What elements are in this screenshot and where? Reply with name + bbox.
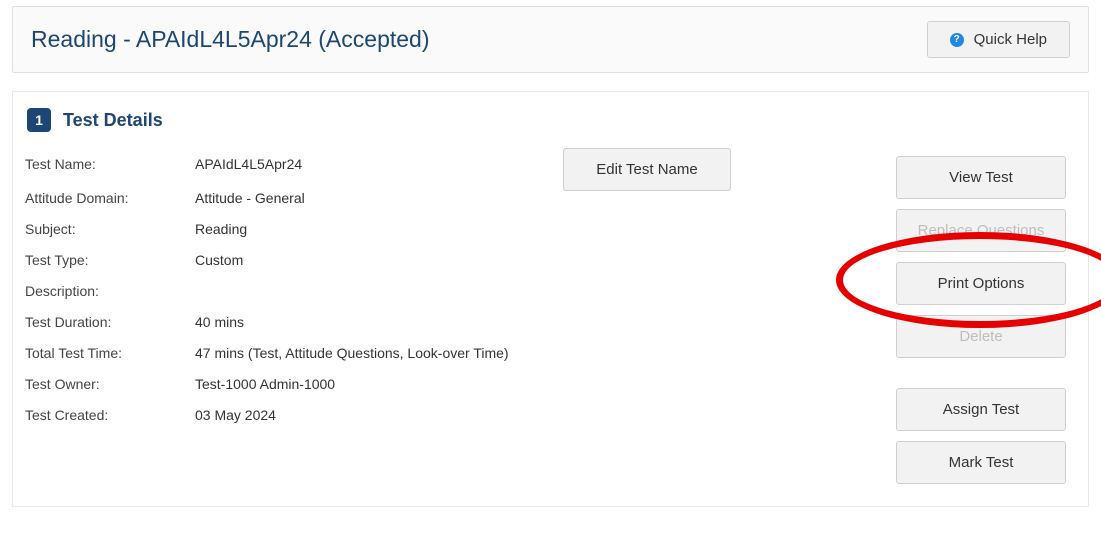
value-test-type: Custom xyxy=(195,252,243,268)
value-test-duration: 40 mins xyxy=(195,314,244,330)
row-description: Description: xyxy=(25,283,876,299)
edit-test-name-button[interactable]: Edit Test Name xyxy=(563,148,731,191)
assign-test-button[interactable]: Assign Test xyxy=(896,388,1066,431)
actions-column: View Test Replace Questions Print Option… xyxy=(896,156,1076,484)
content-panel: 1 Test Details Edit Test Name Test Name:… xyxy=(12,91,1089,507)
row-total-test-time: Total Test Time: 47 mins (Test, Attitude… xyxy=(25,345,876,361)
header-bar: Reading - APAIdL4L5Apr24 (Accepted) ? Qu… xyxy=(12,6,1089,73)
row-attitude-domain: Attitude Domain: Attitude - General xyxy=(25,190,876,206)
row-test-duration: Test Duration: 40 mins xyxy=(25,314,876,330)
label-test-type: Test Type: xyxy=(25,252,195,268)
value-attitude-domain: Attitude - General xyxy=(195,190,305,206)
value-test-created: 03 May 2024 xyxy=(195,407,276,423)
row-subject: Subject: Reading xyxy=(25,221,876,237)
label-test-owner: Test Owner: xyxy=(25,376,195,392)
label-attitude-domain: Attitude Domain: xyxy=(25,190,195,206)
row-test-owner: Test Owner: Test-1000 Admin-1000 xyxy=(25,376,876,392)
label-test-duration: Test Duration: xyxy=(25,314,195,330)
label-test-created: Test Created: xyxy=(25,407,195,423)
view-test-button[interactable]: View Test xyxy=(896,156,1066,199)
quick-help-label: Quick Help xyxy=(974,31,1047,48)
print-options-button[interactable]: Print Options xyxy=(896,262,1066,305)
mark-test-button[interactable]: Mark Test xyxy=(896,441,1066,484)
quick-help-button[interactable]: ? Quick Help xyxy=(927,21,1070,58)
label-subject: Subject: xyxy=(25,221,195,237)
value-total-test-time: 47 mins (Test, Attitude Questions, Look-… xyxy=(195,345,509,361)
section-header: 1 Test Details xyxy=(27,108,1076,132)
details-area: Edit Test Name Test Name: APAIdL4L5Apr24… xyxy=(25,156,876,484)
value-test-owner: Test-1000 Admin-1000 xyxy=(195,376,335,392)
delete-button: Delete xyxy=(896,315,1066,358)
row-test-created: Test Created: 03 May 2024 xyxy=(25,407,876,423)
help-icon: ? xyxy=(950,33,964,47)
section-title: Test Details xyxy=(63,110,163,131)
page-title: Reading - APAIdL4L5Apr24 (Accepted) xyxy=(31,26,430,53)
value-test-name: APAIdL4L5Apr24 xyxy=(195,156,302,172)
replace-questions-button: Replace Questions xyxy=(896,209,1066,252)
label-total-test-time: Total Test Time: xyxy=(25,345,195,361)
row-test-type: Test Type: Custom xyxy=(25,252,876,268)
step-badge: 1 xyxy=(27,108,51,132)
label-description: Description: xyxy=(25,283,195,299)
row-test-name: Test Name: APAIdL4L5Apr24 xyxy=(25,156,876,172)
value-subject: Reading xyxy=(195,221,247,237)
label-test-name: Test Name: xyxy=(25,156,195,172)
